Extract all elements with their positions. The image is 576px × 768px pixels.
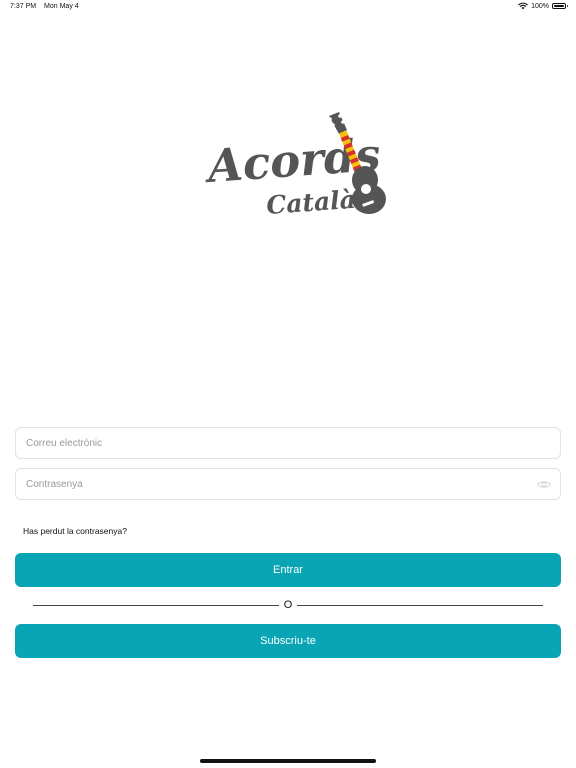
acords-catala-logo: Acords Català [205, 112, 386, 220]
signup-button-label: Subscriu-te [260, 635, 316, 647]
status-time: 7:37 PM [10, 3, 37, 10]
forgot-password-link[interactable]: Has perdut la contrasenya? [23, 526, 127, 536]
password-input[interactable] [16, 469, 560, 499]
status-bar: 7:37 PM Mon May 4 100% [0, 0, 576, 14]
password-field[interactable] [15, 468, 561, 500]
or-separator: O [33, 598, 543, 612]
login-button-label: Entrar [273, 564, 303, 576]
battery-level [554, 5, 564, 7]
email-input[interactable] [16, 428, 560, 458]
email-field[interactable] [15, 427, 561, 459]
wifi-icon [518, 2, 528, 10]
home-indicator[interactable] [200, 759, 376, 763]
separator-line-right [297, 605, 543, 606]
signup-button[interactable]: Subscriu-te [15, 624, 561, 658]
status-right: 100% [518, 2, 568, 10]
eye-icon[interactable] [537, 479, 551, 490]
login-button[interactable]: Entrar [15, 553, 561, 587]
logo-word-catala: Català [265, 185, 356, 220]
battery-percentage: 100% [531, 2, 549, 10]
status-date: Mon May 4 [44, 3, 79, 10]
battery-icon [552, 3, 568, 9]
status-left: 7:37 PM Mon May 4 [10, 3, 79, 10]
